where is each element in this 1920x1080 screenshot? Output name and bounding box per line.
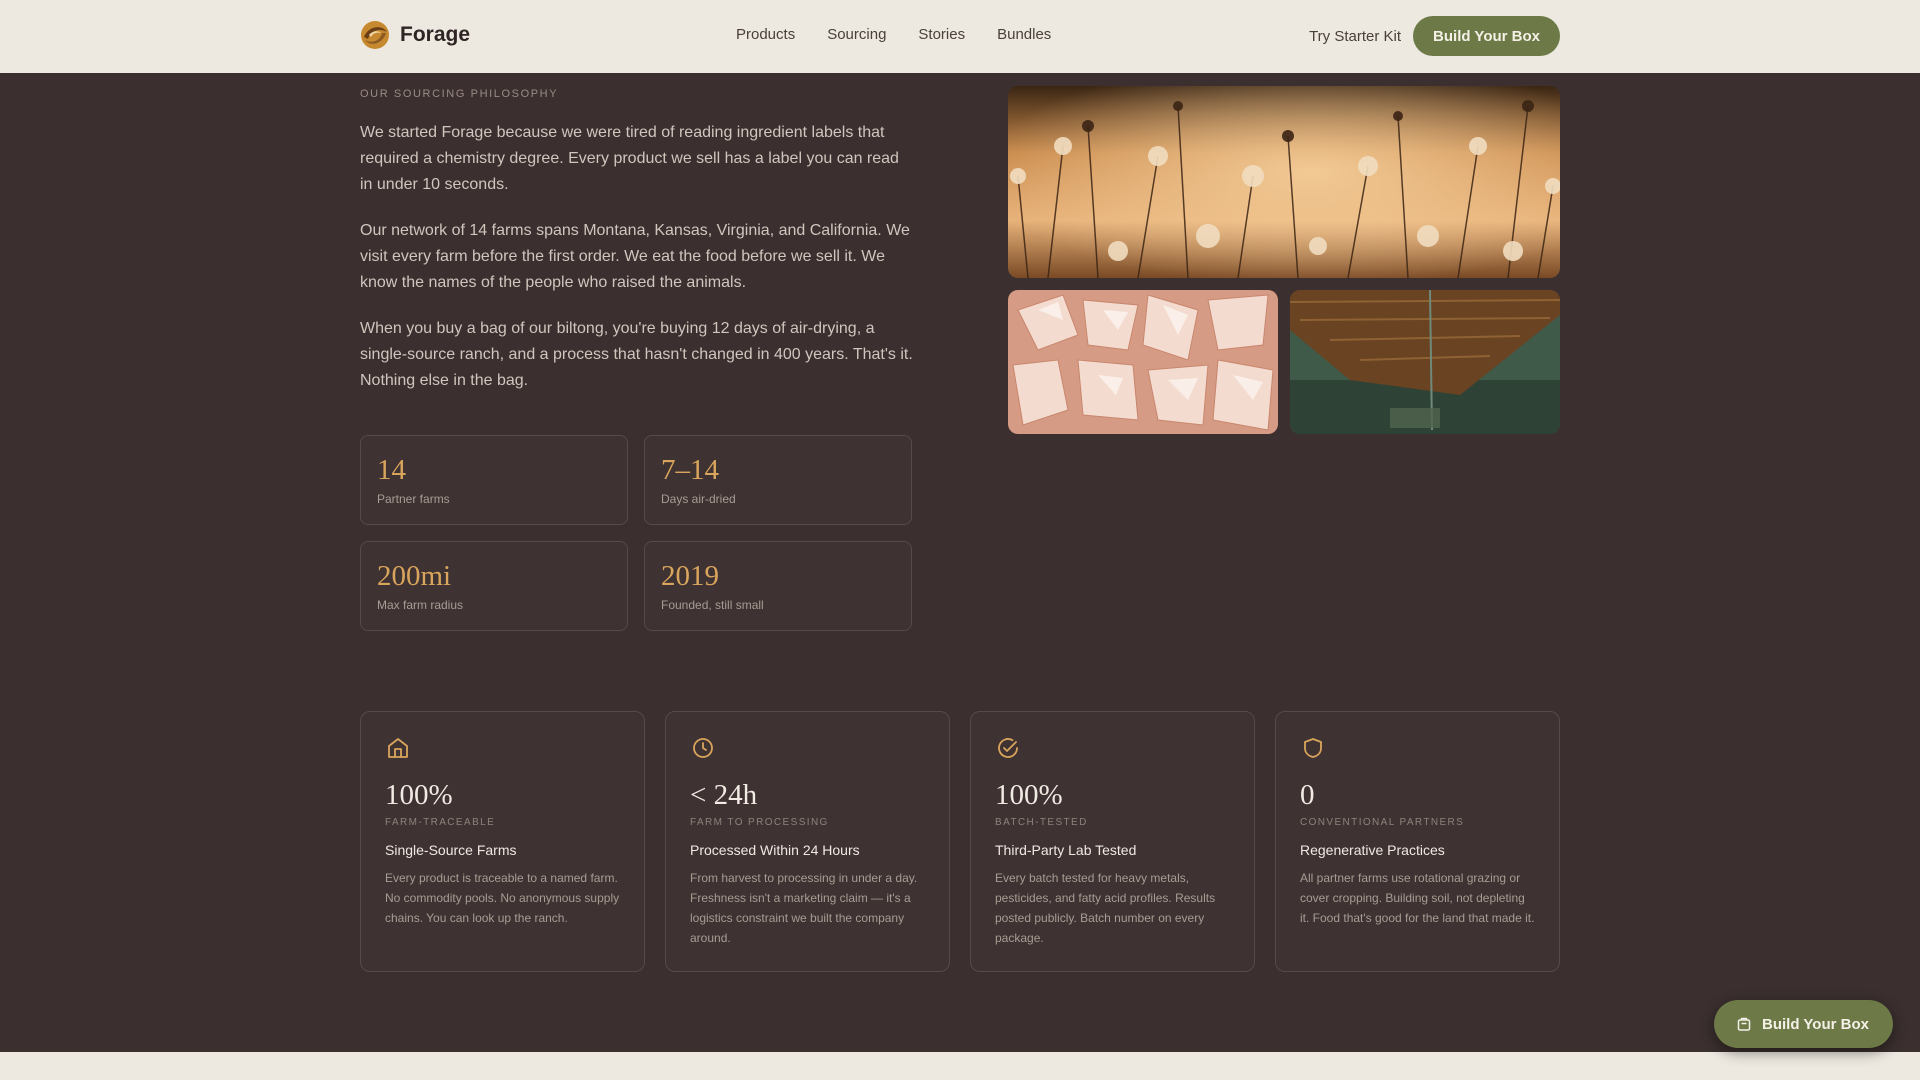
- main-nav: Products Sourcing Stories Bundles: [736, 26, 1051, 43]
- feature-title: Third-Party Lab Tested: [995, 842, 1137, 858]
- wildflowers-photo: [1008, 86, 1560, 278]
- stat-card-days-air-dried: 7–14 Days air-dried: [644, 435, 912, 525]
- stat-value: 7–14: [661, 454, 719, 486]
- build-your-box-button[interactable]: Build Your Box: [1413, 16, 1560, 56]
- floating-cta-label: Build Your Box: [1762, 1015, 1869, 1033]
- feature-value: 0: [1300, 779, 1315, 811]
- stat-label: Days air-dried: [661, 492, 736, 506]
- stat-card-max-farm-radius: 200mi Max farm radius: [360, 541, 628, 631]
- feature-title: Single-Source Farms: [385, 842, 517, 858]
- feature-value: 100%: [385, 779, 453, 811]
- header-actions: Try Starter Kit Build Your Box: [1309, 16, 1560, 56]
- philosophy-paragraph-1: We started Forage because we were tired …: [360, 124, 899, 193]
- stat-label: Max farm radius: [377, 598, 464, 612]
- stat-card-partner-farms: 14 Partner farms: [360, 435, 628, 525]
- next-section-edge: [0, 1052, 1920, 1080]
- feature-kicker: FARM-TRACEABLE: [385, 817, 496, 828]
- section-eyebrow: OUR SOURCING PHILOSOPHY: [360, 88, 559, 100]
- feature-title: Regenerative Practices: [1300, 842, 1445, 858]
- try-starter-kit-link[interactable]: Try Starter Kit: [1309, 28, 1401, 45]
- salt-crystals-photo: [1008, 290, 1278, 434]
- clock-icon: [693, 738, 713, 758]
- stat-label: Founded, still small: [661, 598, 764, 612]
- site-header: Forage Products Sourcing Stories Bundles…: [0, 0, 1920, 73]
- nav-products[interactable]: Products: [736, 26, 795, 43]
- feature-card-lab-tested: 100% BATCH-TESTED Third-Party Lab Tested…: [970, 711, 1255, 972]
- feature-value: 100%: [995, 779, 1063, 811]
- feature-description: From harvest to processing in under a da…: [690, 871, 918, 945]
- check-circle-icon: [998, 738, 1018, 758]
- feature-card-processed-24h: < 24h FARM TO PROCESSING Processed Withi…: [665, 711, 950, 972]
- stat-label: Partner farms: [377, 492, 450, 506]
- nav-bundles[interactable]: Bundles: [997, 26, 1051, 43]
- stat-card-founded: 2019 Founded, still small: [644, 541, 912, 631]
- feature-description: Every product is traceable to a named fa…: [385, 871, 620, 925]
- brand[interactable]: Forage: [360, 20, 470, 50]
- feature-kicker: CONVENTIONAL PARTNERS: [1300, 817, 1465, 828]
- floating-build-your-box-button[interactable]: Build Your Box: [1714, 1000, 1893, 1048]
- box-icon: [1737, 1017, 1751, 1031]
- feature-kicker: BATCH-TESTED: [995, 817, 1088, 828]
- nav-sourcing[interactable]: Sourcing: [827, 26, 886, 43]
- stat-value: 14: [377, 454, 406, 486]
- home-icon: [388, 738, 408, 758]
- feature-value: < 24h: [690, 779, 758, 811]
- feature-title: Processed Within 24 Hours: [690, 842, 860, 858]
- stat-value: 200mi: [377, 560, 452, 592]
- nav-stories[interactable]: Stories: [918, 26, 965, 43]
- feature-card-regenerative: 0 CONVENTIONAL PARTNERS Regenerative Pra…: [1275, 711, 1560, 972]
- feature-description: All partner farms use rotational grazing…: [1300, 871, 1535, 925]
- shield-icon: [1304, 738, 1322, 758]
- brand-name: Forage: [400, 23, 471, 46]
- philosophy-paragraph-3: When you buy a bag of our biltong, you'r…: [360, 320, 913, 389]
- philosophy-paragraph-2: Our network of 14 farms spans Montana, K…: [360, 222, 910, 291]
- feature-card-single-source: 100% FARM-TRACEABLE Single-Source Farms …: [360, 711, 645, 972]
- barn-photo: [1290, 290, 1560, 434]
- forage-logo-icon: [361, 21, 389, 49]
- feature-description: Every batch tested for heavy metals, pes…: [995, 871, 1216, 945]
- stat-value: 2019: [661, 560, 719, 592]
- feature-kicker: FARM TO PROCESSING: [690, 817, 829, 828]
